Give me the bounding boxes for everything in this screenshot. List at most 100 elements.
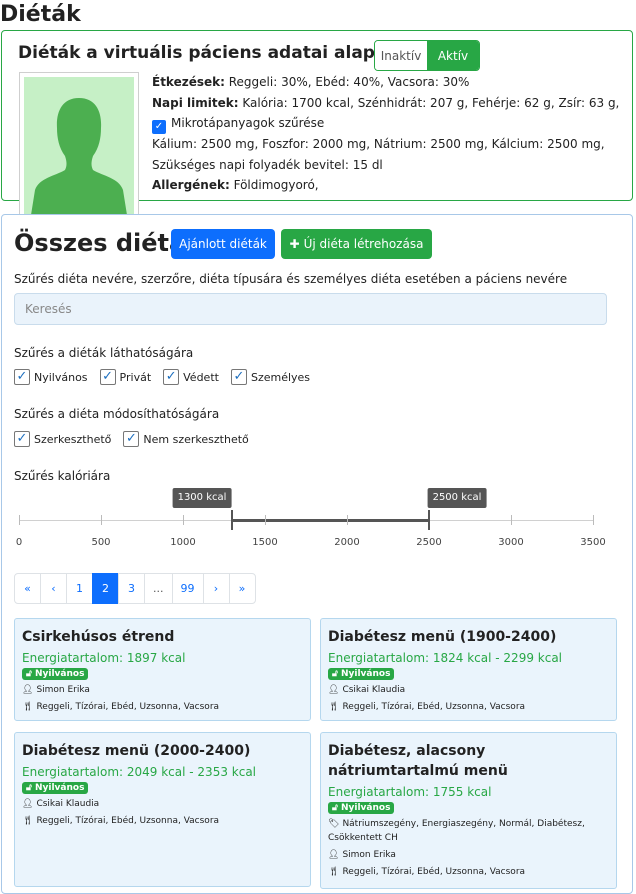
page-99[interactable]: 99 xyxy=(171,573,204,604)
cutlery-icon: 🍴︎ xyxy=(22,702,34,712)
diet-card[interactable]: Csirkehúsos étrend Energiatartalom: 1897… xyxy=(14,618,311,721)
page-first[interactable]: « xyxy=(14,573,41,604)
patient-card: Diéták a virtuális páciens adatai alapjá… xyxy=(1,30,633,220)
micro-filter-checkbox[interactable]: ✓ xyxy=(152,120,166,134)
page-title: Diéták xyxy=(0,2,81,27)
slider-tick xyxy=(19,515,20,525)
visibility-option-public[interactable]: ✓ Nyilvános xyxy=(14,369,88,385)
person-silhouette-icon xyxy=(31,98,127,215)
diet-title[interactable]: Diabétesz menü (1900-2400) xyxy=(328,627,609,647)
user-icon: 👤︎ xyxy=(22,799,34,809)
tag-icon: 🏷︎ xyxy=(328,819,340,829)
diet-card[interactable]: Diabétesz menü (1900-2400) Energiatartal… xyxy=(320,618,617,721)
badge-label: Nyilvános xyxy=(340,803,391,813)
visibility-option-private[interactable]: ✓ Privát xyxy=(99,369,151,385)
calorie-slider-high-handle[interactable] xyxy=(428,510,430,530)
visibility-filter-label: Szűrés a diéták láthatóságára xyxy=(14,346,194,360)
diet-meals: Reggeli, Tízórai, Ebéd, Uzsonna, Vacsora xyxy=(36,816,220,826)
option-label: Szerkeszthető xyxy=(34,432,112,446)
checkbox-icon: ✓ xyxy=(14,369,30,385)
fluid-value: Szükséges napi folyadék bevitel: 15 dl xyxy=(152,157,383,172)
micro-filter-label: Mikrotápanyagok szűrése xyxy=(171,116,325,130)
allergens-label: Allergének: xyxy=(152,178,230,192)
unlock-icon: 🔓︎ xyxy=(26,783,32,793)
page-1[interactable]: 1 xyxy=(66,573,93,604)
slider-tick-label: 3500 xyxy=(580,537,606,548)
allergens-value: Földimogyoró, xyxy=(233,178,319,192)
checkbox-icon: ✓ xyxy=(163,369,180,385)
diet-tags: Nátriumszegény, Energiaszegény, Normál, … xyxy=(328,819,585,843)
user-icon: 👤︎ xyxy=(22,685,34,695)
recommended-diets-button[interactable]: Ajánlott diéták xyxy=(171,229,275,259)
patient-card-title: Diéták a virtuális páciens adatai alapjá… xyxy=(18,43,405,63)
slider-tick-label: 0 xyxy=(15,537,23,548)
unlock-icon: 🔓︎ xyxy=(332,803,338,813)
active-toggle[interactable]: Inaktív Aktív xyxy=(374,40,480,71)
calorie-low-bubble: 1300 kcal xyxy=(172,488,232,508)
diet-energy: Energiatartalom: 2049 kcal - 2353 kcal xyxy=(22,765,257,779)
diet-meals: Reggeli, Tízórai, Ebéd, Uzsonna, Vacsora xyxy=(342,867,526,877)
slider-tick-label: 1000 xyxy=(170,537,196,548)
toggle-inactive[interactable]: Inaktív xyxy=(375,41,427,70)
diet-title[interactable]: Csirkehúsos étrend xyxy=(22,627,303,647)
checkbox-icon: ✓ xyxy=(123,431,140,447)
diet-energy: Energiatartalom: 1897 kcal xyxy=(22,651,186,665)
diet-author: Simon Erika xyxy=(36,685,90,695)
new-diet-button[interactable]: ✚ Új diéta létrehozása xyxy=(281,229,432,259)
unlock-icon: 🔓︎ xyxy=(26,669,32,679)
unlock-icon: 🔓︎ xyxy=(332,669,338,679)
diet-title[interactable]: Diabétesz, alacsony nátriumtartalmú menü xyxy=(328,741,609,781)
visibility-badge: 🔓︎ Nyilvános xyxy=(328,802,395,814)
calorie-slider-range xyxy=(232,519,430,522)
plus-icon: ✚ xyxy=(289,237,300,251)
page-next[interactable]: › xyxy=(202,573,230,604)
badge-label: Nyilvános xyxy=(340,669,391,679)
diet-title[interactable]: Diabétesz menü (2000-2400) xyxy=(22,741,303,761)
page-3[interactable]: 3 xyxy=(118,573,145,604)
visibility-badge: 🔓︎ Nyilvános xyxy=(328,668,395,680)
edit-option-not-editable[interactable]: ✓ Nem szerkeszthető xyxy=(123,431,249,447)
minerals-value: Kálium: 2500 mg, Foszfor: 2000 mg, Nátri… xyxy=(152,137,605,151)
slider-tick xyxy=(511,515,512,525)
avatar xyxy=(19,72,139,220)
visibility-option-personal[interactable]: ✓ Személyes xyxy=(230,369,311,385)
calorie-slider-low-handle[interactable] xyxy=(231,510,233,530)
checkbox-icon: ✓ xyxy=(230,369,247,385)
cutlery-icon: 🍴︎ xyxy=(328,867,340,877)
edit-filter-label: Szűrés a diéta módosíthatóságára xyxy=(14,407,220,421)
calorie-high-bubble: 2500 kcal xyxy=(427,488,487,508)
slider-tick xyxy=(101,515,102,525)
search-input[interactable]: Keresés xyxy=(14,293,607,325)
section-title: Összes diéta xyxy=(14,229,186,257)
slider-tick xyxy=(265,515,266,525)
edit-option-editable[interactable]: ✓ Szerkeszthető xyxy=(14,431,111,447)
option-label: Személyes xyxy=(250,370,311,384)
visibility-option-protected[interactable]: ✓ Védett xyxy=(163,369,219,385)
page-last[interactable]: » xyxy=(228,573,256,604)
diet-author: Csikai Klaudia xyxy=(342,685,406,695)
option-label: Nyilvános xyxy=(34,370,88,384)
cutlery-icon: 🍴︎ xyxy=(22,816,34,826)
slider-tick xyxy=(183,515,184,525)
diet-energy: Energiatartalom: 1755 kcal xyxy=(328,785,492,799)
visibility-filter-options: ✓ Nyilvános ✓ Privát ✓ Védett ✓ Személyes xyxy=(14,369,310,385)
slider-tick-label: 2000 xyxy=(334,537,360,548)
patient-info: Étkezések: Reggeli: 30%, Ebéd: 40%, Vacs… xyxy=(152,72,622,196)
checkbox-icon: ✓ xyxy=(99,369,116,385)
option-label: Nem szerkeszthető xyxy=(143,432,249,446)
page-2[interactable]: 2 xyxy=(92,573,119,604)
diet-author: Simon Erika xyxy=(342,850,396,860)
page-prev[interactable]: ‹ xyxy=(40,573,67,604)
user-icon: 👤︎ xyxy=(328,850,340,860)
diet-card[interactable]: Diabétesz, alacsony nátriumtartalmú menü… xyxy=(320,732,617,889)
pagination: « ‹ 1 2 3 ... 99 › » xyxy=(14,573,256,604)
all-diets-section: Összes diéta Ajánlott diéták ✚ Új diéta … xyxy=(1,214,633,894)
slider-tick-label: 2500 xyxy=(416,537,442,548)
slider-tick-label: 1500 xyxy=(252,537,278,548)
visibility-badge: 🔓︎ Nyilvános xyxy=(22,668,89,680)
diet-card[interactable]: Diabétesz menü (2000-2400) Energiatartal… xyxy=(14,732,311,887)
page-ellipsis: ... xyxy=(144,573,173,604)
new-diet-label: Új diéta létrehozása xyxy=(303,237,424,251)
limits-label: Napi limitek: xyxy=(152,95,239,110)
toggle-active[interactable]: Aktív xyxy=(427,41,479,70)
